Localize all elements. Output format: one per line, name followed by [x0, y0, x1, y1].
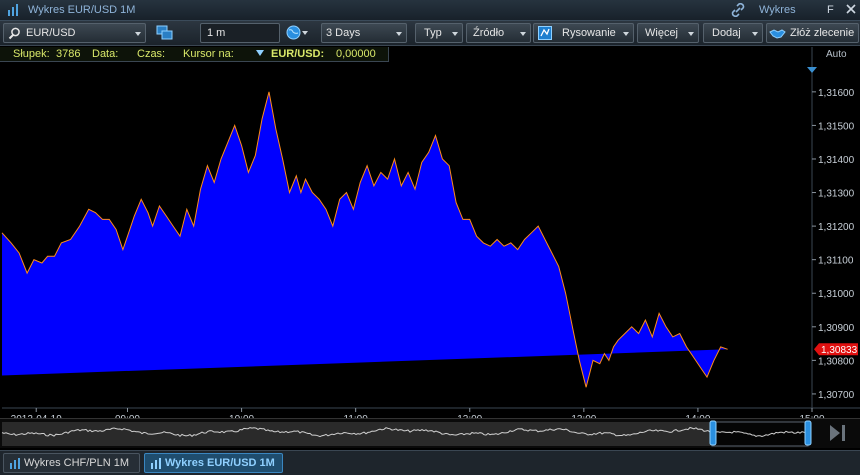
handshake-icon [769, 29, 786, 39]
y-tick-label: 1,31500 [818, 121, 855, 132]
chart-tab-icon [10, 458, 20, 469]
zloz-zlecenie-label: Złóż zlecenie [790, 27, 855, 39]
chart-toolbar: EUR/USD 1 m 3 Days Typ Źródło Rysowanie [0, 21, 860, 46]
y-tick-label: 1,30800 [818, 356, 855, 367]
symbol-input[interactable]: EUR/USD [3, 23, 146, 43]
navigator-window [711, 421, 809, 447]
search-icon [8, 27, 20, 40]
tab-label: Wykres CHF/PLN 1M [24, 457, 130, 469]
window-menu-f[interactable]: F [827, 4, 834, 16]
price-chart[interactable]: 1,30700 1,30800 1,30900 1,31000 1,31100 1,312… [0, 47, 860, 420]
zloz-zlecenie-button[interactable]: Złóż zlecenie [766, 23, 859, 43]
close-icon[interactable] [845, 3, 857, 15]
dodaj-button[interactable]: Dodaj [703, 23, 763, 43]
data-label: Data: [92, 48, 119, 60]
cursor-info-bar: Słupek: 3786 Data: Czas: Kursor na: EUR/… [0, 47, 389, 62]
y-tick-label: 1,31400 [818, 155, 855, 166]
chart-tabs: Wykres CHF/PLN 1M Wykres EUR/USD 1M [0, 450, 860, 475]
y-tick-label: 1,31200 [818, 222, 855, 233]
rysowanie-button[interactable]: Rysowanie [533, 23, 634, 43]
chevron-down-icon [520, 32, 526, 36]
chevron-down-icon [452, 32, 458, 36]
navigator-left-handle[interactable] [709, 420, 717, 446]
dodaj-label: Dodaj [712, 27, 741, 39]
timeframe-value: 1 m [207, 27, 226, 39]
chart-tab-icon [151, 458, 161, 469]
y-tick-label: 1,31300 [818, 189, 855, 200]
navigator-svg[interactable] [0, 419, 860, 449]
price-chart-svg[interactable]: 1,30700 1,30800 1,30900 1,31000 1,31100 1,312… [0, 47, 860, 420]
chevron-down-icon [135, 32, 141, 36]
timeframe-input[interactable]: 1 m [200, 23, 280, 43]
window-titlebar: Wykres EUR/USD 1M Wykres F [0, 0, 860, 21]
auto-scale-label[interactable]: Auto [826, 49, 847, 60]
window-title: Wykres EUR/USD 1M [28, 4, 136, 16]
rysowanie-label: Rysowanie [562, 27, 616, 39]
slupek-label: Słupek: [13, 48, 50, 60]
wiecej-button[interactable]: Więcej [637, 23, 699, 43]
chevron-down-icon [396, 32, 402, 36]
chevron-down-icon [688, 32, 694, 36]
globe-dropdown[interactable] [284, 23, 318, 43]
y-tick-label: 1,31100 [818, 256, 854, 267]
chart-app-icon [8, 4, 18, 16]
tab-label: Wykres EUR/USD 1M [165, 457, 275, 469]
pair-label: EUR/USD: [271, 48, 325, 60]
chevron-down-icon [752, 32, 758, 36]
time-navigator[interactable] [0, 418, 860, 448]
chevron-down-icon [623, 32, 629, 36]
scroll-end-button[interactable] [830, 425, 840, 441]
zrodlo-label: Źródło [473, 27, 505, 39]
scroll-end-button-bar[interactable] [842, 425, 845, 441]
y-tick-label: 1,30700 [818, 390, 855, 401]
zrodlo-button[interactable]: Źródło [466, 23, 531, 43]
collapse-arrow-icon[interactable] [256, 50, 264, 56]
wiecej-label: Więcej [645, 27, 679, 39]
tab-chf-pln[interactable]: Wykres CHF/PLN 1M [3, 453, 140, 473]
windows-icon[interactable] [156, 25, 174, 41]
typ-label: Typ [424, 27, 442, 39]
drawing-tools-icon [538, 26, 552, 40]
current-price-label: 1,30833 [821, 345, 858, 356]
symbol-value: EUR/USD [26, 27, 76, 39]
globe-icon [286, 25, 301, 40]
y-tick-label: 1,31600 [818, 88, 855, 99]
pair-value: 0,00000 [336, 48, 376, 60]
typ-button[interactable]: Typ [415, 23, 463, 43]
window-menu-wykres[interactable]: Wykres [759, 4, 796, 16]
kursor-label: Kursor na: [183, 48, 234, 60]
y-tick-label: 1,31000 [818, 289, 855, 300]
czas-label: Czas: [137, 48, 166, 60]
slupek-value: 3786 [56, 48, 81, 60]
chevron-down-icon [302, 31, 308, 35]
tab-eur-usd[interactable]: Wykres EUR/USD 1M [144, 453, 283, 473]
y-tick-label: 1,30900 [818, 323, 855, 334]
range-select[interactable]: 3 Days [321, 23, 407, 43]
link-icon[interactable] [731, 3, 745, 17]
navigator-right-handle[interactable] [804, 420, 812, 446]
range-value: 3 Days [326, 27, 361, 39]
